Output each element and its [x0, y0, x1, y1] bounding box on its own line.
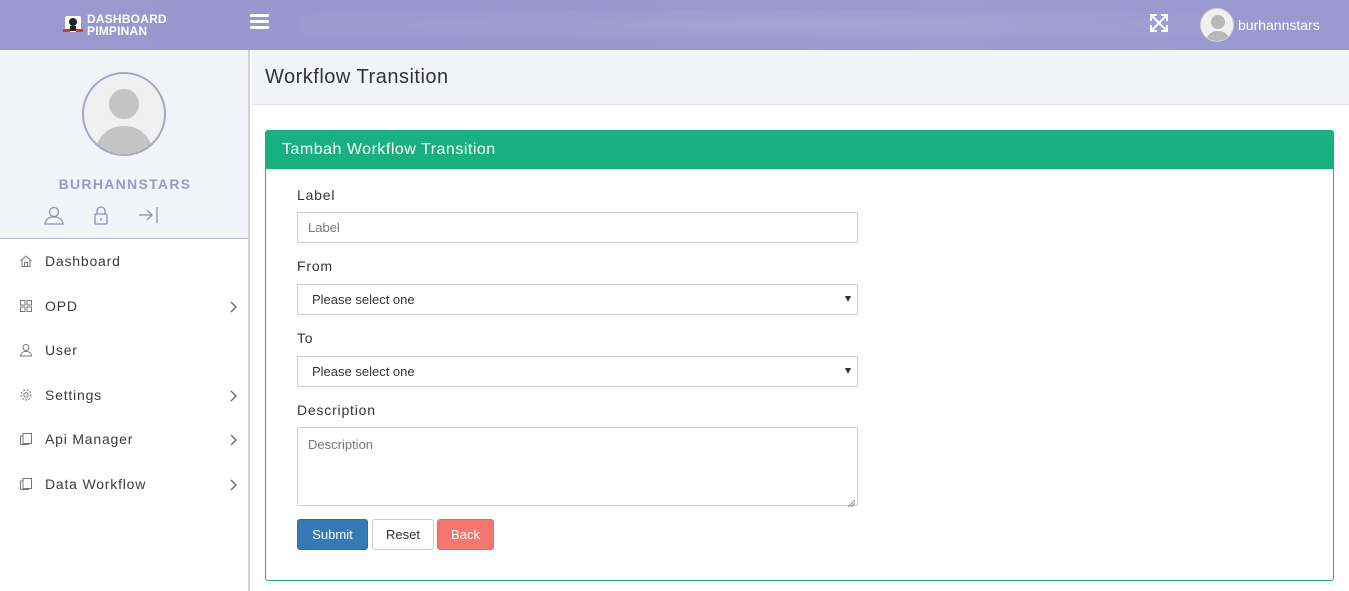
username-label: burhannstars — [1238, 17, 1320, 33]
documents-icon — [19, 432, 33, 446]
back-button[interactable]: Back — [437, 519, 494, 550]
lock-icon[interactable] — [90, 205, 112, 225]
form-panel: Tambah Workflow Transition Label Label F… — [265, 130, 1334, 581]
caret-down-icon — [845, 296, 851, 302]
description-textarea[interactable]: Description — [297, 427, 858, 508]
caret-down-icon — [845, 368, 851, 374]
sidebar-item-label: Settings — [45, 386, 102, 403]
sidebar-item-user[interactable]: User — [0, 328, 248, 373]
chevron-right-icon — [229, 389, 238, 402]
page-header: Workflow Transition — [252, 50, 1349, 105]
label-input-placeholder: Label — [308, 220, 340, 235]
profile-avatar — [82, 72, 166, 156]
hamburger-icon[interactable] — [250, 14, 269, 30]
panel-title: Tambah Workflow Transition — [282, 141, 496, 158]
panel-header: Tambah Workflow Transition — [266, 131, 1333, 169]
page-title: Workflow Transition — [265, 66, 449, 88]
logout-icon[interactable] — [137, 205, 159, 225]
logo-icon — [62, 14, 84, 36]
user-icon — [19, 343, 33, 357]
sidebar-item-data-workflow[interactable]: Data Workflow — [0, 462, 248, 507]
sidebar: BURHANNSTARS Dashboard OPD User Settings… — [0, 50, 250, 591]
from-select[interactable]: Please select one — [297, 284, 858, 315]
grid-icon — [19, 299, 33, 313]
main-content: Workflow Transition Tambah Workflow Tran… — [252, 50, 1349, 591]
to-select[interactable]: Please select one — [297, 356, 858, 387]
app-logo[interactable]: DASHBOARD PIMPINAN — [62, 11, 167, 39]
user-icon[interactable] — [43, 205, 65, 225]
sidebar-menu: Dashboard OPD User Settings Api Manager … — [0, 239, 248, 506]
avatar — [1200, 8, 1234, 42]
sidebar-profile: BURHANNSTARS — [0, 50, 248, 239]
logo-line-2: PIMPINAN — [87, 24, 148, 38]
profile-actions — [43, 205, 184, 225]
home-icon — [19, 254, 33, 268]
sidebar-item-label: Api Manager — [45, 431, 134, 448]
chevron-right-icon — [229, 478, 238, 491]
sidebar-item-label: Dashboard — [45, 253, 121, 270]
sidebar-item-label: User — [45, 342, 78, 359]
logo-text: DASHBOARD PIMPINAN — [87, 13, 167, 37]
submit-button[interactable]: Submit — [297, 519, 368, 550]
description-placeholder: Description — [308, 437, 374, 452]
from-field-label: From — [297, 258, 333, 274]
top-navbar: DASHBOARD PIMPINAN burhannstars — [0, 0, 1349, 50]
sidebar-item-dashboard[interactable]: Dashboard — [0, 239, 248, 284]
user-menu[interactable]: burhannstars — [1200, 8, 1320, 42]
sidebar-item-label: OPD — [45, 297, 78, 314]
chevron-right-icon — [229, 433, 238, 446]
label-input[interactable]: Label — [297, 212, 858, 243]
profile-name: BURHANNSTARS — [58, 176, 192, 192]
to-select-value: Please select one — [312, 364, 415, 379]
sidebar-item-label: Data Workflow — [45, 475, 147, 492]
sidebar-item-api-manager[interactable]: Api Manager — [0, 417, 248, 462]
description-field-label: Description — [297, 402, 376, 418]
from-select-value: Please select one — [312, 292, 415, 307]
expand-icon[interactable] — [1148, 12, 1170, 34]
documents-icon — [19, 477, 33, 491]
to-field-label: To — [297, 330, 314, 346]
label-field-label: Label — [297, 187, 336, 203]
chevron-right-icon — [229, 300, 238, 313]
resize-grip-icon[interactable] — [847, 495, 856, 508]
sidebar-item-settings[interactable]: Settings — [0, 373, 248, 418]
reset-button[interactable]: Reset — [372, 519, 434, 550]
gear-icon — [19, 388, 33, 402]
sidebar-item-opd[interactable]: OPD — [0, 284, 248, 329]
